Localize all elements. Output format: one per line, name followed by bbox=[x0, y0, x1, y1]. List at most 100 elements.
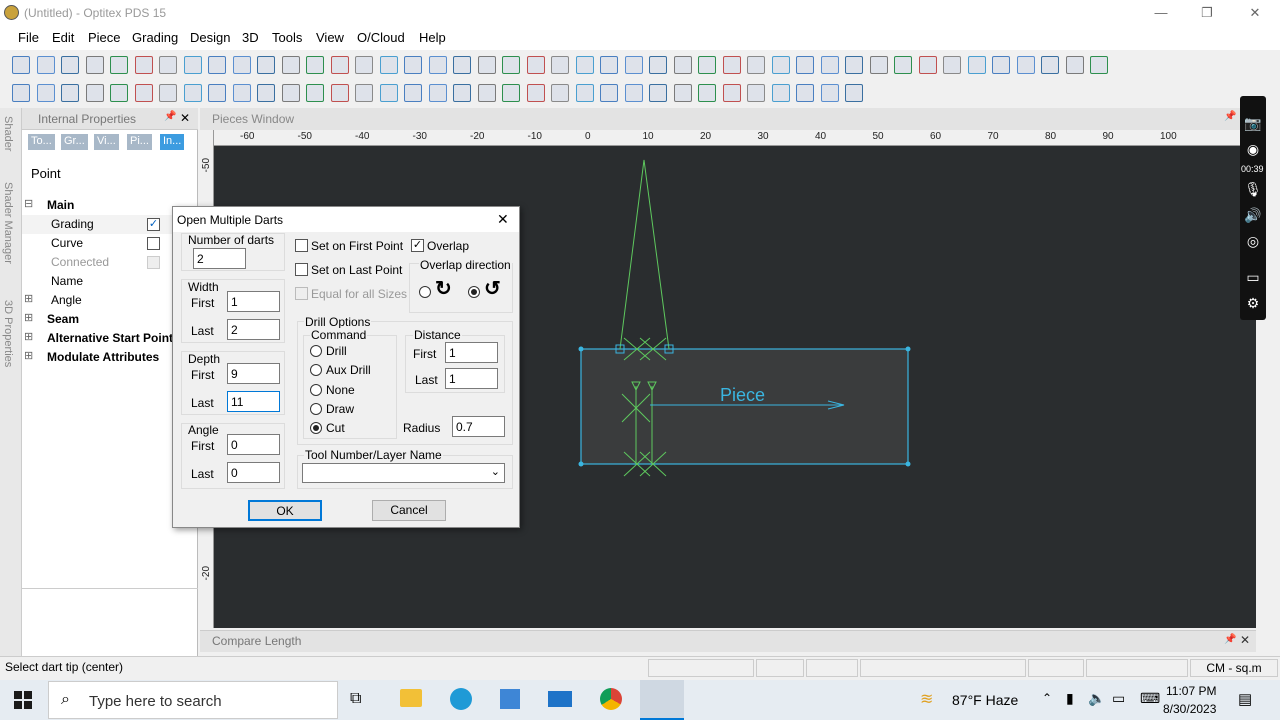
clock-time[interactable]: 11:07 PM bbox=[1166, 684, 1216, 698]
tab-piece[interactable]: Pi... bbox=[127, 134, 152, 150]
toolbar-icon[interactable] bbox=[845, 84, 863, 102]
toolbar-icon[interactable] bbox=[306, 84, 324, 102]
toolbar-icon[interactable] bbox=[1065, 56, 1084, 74]
toolbar-icon[interactable] bbox=[232, 84, 251, 102]
toolbar-icon[interactable] bbox=[918, 56, 937, 74]
menu-piece[interactable]: Piece bbox=[88, 30, 121, 45]
toolbar-icon[interactable] bbox=[796, 56, 814, 74]
toolbar-icon[interactable] bbox=[600, 84, 618, 102]
camera-icon[interactable]: 📷 bbox=[1244, 114, 1262, 132]
toolbar-icon[interactable] bbox=[379, 84, 398, 102]
toolbar-icon[interactable] bbox=[404, 56, 422, 74]
number-of-darts-input[interactable]: 2 bbox=[193, 248, 246, 269]
optitex-taskbar-icon[interactable] bbox=[640, 680, 684, 720]
toolbar-icon[interactable] bbox=[820, 84, 839, 102]
width-first-input[interactable]: 1 bbox=[227, 291, 280, 312]
toolbar-icon[interactable] bbox=[134, 84, 153, 102]
toolbar-icon[interactable] bbox=[281, 84, 300, 102]
toolbar-icon[interactable] bbox=[624, 56, 643, 74]
toolbar-icon[interactable] bbox=[698, 56, 716, 74]
distance-last-input[interactable]: 1 bbox=[445, 368, 498, 389]
menu-file[interactable]: File bbox=[18, 30, 39, 45]
menu-view[interactable]: View bbox=[316, 30, 344, 45]
start-button[interactable] bbox=[14, 691, 32, 709]
toolbar-icon[interactable] bbox=[257, 56, 275, 74]
toolbar-icon[interactable] bbox=[85, 56, 104, 74]
toolbar-icon[interactable] bbox=[551, 84, 569, 102]
expand-icon[interactable]: ⊞ bbox=[24, 349, 33, 362]
expand-icon[interactable]: ⊞ bbox=[24, 311, 33, 324]
compare-close-button[interactable]: ✕ bbox=[1240, 633, 1250, 647]
minimize-button[interactable]: — bbox=[1138, 0, 1184, 26]
angle-last-input[interactable]: 0 bbox=[227, 462, 280, 483]
piece-corner-point[interactable] bbox=[578, 346, 584, 352]
toolbar-icon[interactable] bbox=[698, 84, 716, 102]
toolbar-icon[interactable] bbox=[61, 84, 79, 102]
toolbar-icon[interactable] bbox=[722, 84, 741, 102]
battery-icon[interactable]: ▭ bbox=[1112, 690, 1125, 707]
toolbar-icon[interactable] bbox=[306, 56, 324, 74]
grading-checkbox[interactable]: ✓ bbox=[147, 218, 160, 231]
toolbar-icon[interactable] bbox=[12, 56, 30, 74]
toolbar-icon[interactable] bbox=[453, 56, 471, 74]
command-none-radio[interactable] bbox=[310, 384, 322, 396]
cancel-button[interactable]: Cancel bbox=[372, 500, 446, 521]
toolbar-icon[interactable] bbox=[257, 84, 275, 102]
toolbar-icon[interactable] bbox=[404, 84, 422, 102]
toolbar-icon[interactable] bbox=[159, 84, 177, 102]
panel-close-button[interactable]: ✕ bbox=[180, 111, 190, 125]
radius-input[interactable]: 0.7 bbox=[452, 416, 505, 437]
depth-last-input[interactable]: 11 bbox=[227, 391, 280, 412]
toolbar-icon[interactable] bbox=[477, 56, 496, 74]
command-aux-drill-radio[interactable] bbox=[310, 364, 322, 376]
tool-number-select[interactable]: ⌄ bbox=[302, 463, 505, 483]
toolbar-icon[interactable] bbox=[600, 56, 618, 74]
toolbar-icon[interactable] bbox=[477, 84, 496, 102]
toolbar-icon[interactable] bbox=[575, 84, 594, 102]
toolbar-icon[interactable] bbox=[894, 56, 912, 74]
menu-edit[interactable]: Edit bbox=[52, 30, 74, 45]
toolbar-icon[interactable] bbox=[183, 56, 202, 74]
curve-checkbox[interactable] bbox=[147, 237, 160, 250]
piece-outline[interactable] bbox=[580, 348, 909, 465]
menu-ocloud[interactable]: O/Cloud bbox=[357, 30, 405, 45]
edge-icon[interactable] bbox=[450, 688, 472, 710]
menu-3d[interactable]: 3D bbox=[242, 30, 259, 45]
toolbar-icon[interactable] bbox=[796, 84, 814, 102]
toolbar-icon[interactable] bbox=[355, 56, 373, 74]
toolbar-icon[interactable] bbox=[551, 56, 569, 74]
settings-gear-icon[interactable]: ⚙ bbox=[1244, 294, 1262, 312]
toolbar-icon[interactable] bbox=[673, 84, 692, 102]
tray-chevron-icon[interactable]: ⌃ bbox=[1042, 691, 1052, 705]
store-icon[interactable] bbox=[500, 689, 520, 709]
toolbar-icon[interactable] bbox=[771, 56, 790, 74]
toolbar-icon[interactable] bbox=[355, 84, 373, 102]
pin-icon[interactable]: 📌 bbox=[1224, 111, 1236, 122]
tab-view[interactable]: Vi... bbox=[94, 134, 119, 150]
toolbar-icon[interactable] bbox=[747, 56, 765, 74]
toolbar-icon[interactable] bbox=[1041, 56, 1059, 74]
toolbar-icon[interactable] bbox=[1090, 56, 1108, 74]
toolbar-icon[interactable] bbox=[526, 56, 545, 74]
menu-help[interactable]: Help bbox=[419, 30, 446, 45]
expand-icon[interactable]: ⊞ bbox=[24, 330, 33, 343]
taskbar-search-box[interactable]: ⌕ Type here to search bbox=[48, 681, 338, 719]
toolbar-icon[interactable] bbox=[379, 56, 398, 74]
distance-first-input[interactable]: 1 bbox=[445, 342, 498, 363]
set-on-last-point-checkbox[interactable] bbox=[295, 263, 308, 276]
toolbar-icon[interactable] bbox=[722, 56, 741, 74]
toolbar-icon[interactable] bbox=[575, 56, 594, 74]
toolbar-icon[interactable] bbox=[232, 56, 251, 74]
speaker-icon[interactable]: 🔊 bbox=[1244, 206, 1262, 224]
expand-icon[interactable]: ⊞ bbox=[24, 292, 33, 305]
collapse-icon[interactable]: ⊟ bbox=[24, 197, 33, 210]
toolbar-icon[interactable] bbox=[845, 56, 863, 74]
toolbar-icon[interactable] bbox=[624, 84, 643, 102]
toolbar-icon[interactable] bbox=[330, 84, 349, 102]
toolbar-icon[interactable] bbox=[747, 84, 765, 102]
piece-corner-point[interactable] bbox=[905, 461, 911, 467]
toolbar-icon[interactable] bbox=[649, 56, 667, 74]
command-drill-radio[interactable] bbox=[310, 345, 322, 357]
pin-icon[interactable]: 📌 bbox=[164, 111, 176, 122]
volume-icon[interactable]: 🔈 bbox=[1088, 690, 1105, 707]
